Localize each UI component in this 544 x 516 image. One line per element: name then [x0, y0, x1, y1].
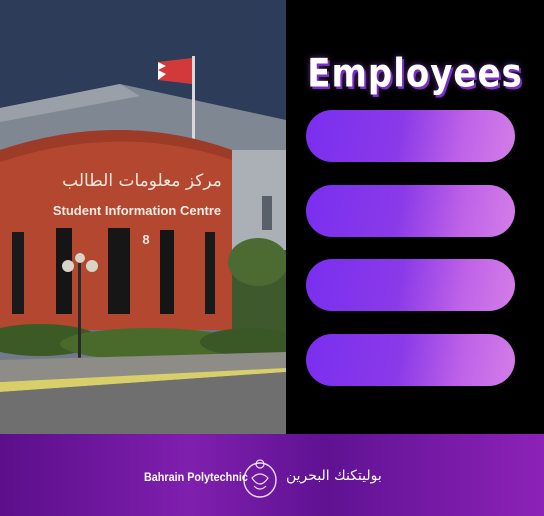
employee-option-button-4[interactable] — [306, 334, 515, 386]
building-number: 8 — [142, 232, 149, 247]
panel-title: Employees — [307, 51, 523, 97]
employee-option-button-1[interactable] — [306, 110, 515, 162]
flag-icon — [158, 58, 192, 84]
app-frame: مركز معلومات الطالب Student Information … — [0, 0, 544, 516]
brand-arabic: بوليتكنك البحرين — [286, 468, 382, 484]
polytechnic-logo-icon — [243, 459, 277, 498]
employee-option-button-3[interactable] — [306, 259, 515, 311]
sign-arabic: مركز معلومات الطالب — [62, 171, 222, 191]
building-illustration: مركز معلومات الطالب Student Information … — [0, 0, 286, 434]
employees-panel: Employees — [286, 0, 544, 434]
brand-english: Bahrain Polytechnic — [144, 470, 248, 484]
footer-bar: Bahrain Polytechnic بوليتكنك البحرين — [0, 434, 544, 516]
campus-photo: مركز معلومات الطالب Student Information … — [0, 0, 286, 434]
employee-option-button-2[interactable] — [306, 185, 515, 237]
sign-english: Student Information Centre — [53, 203, 221, 218]
